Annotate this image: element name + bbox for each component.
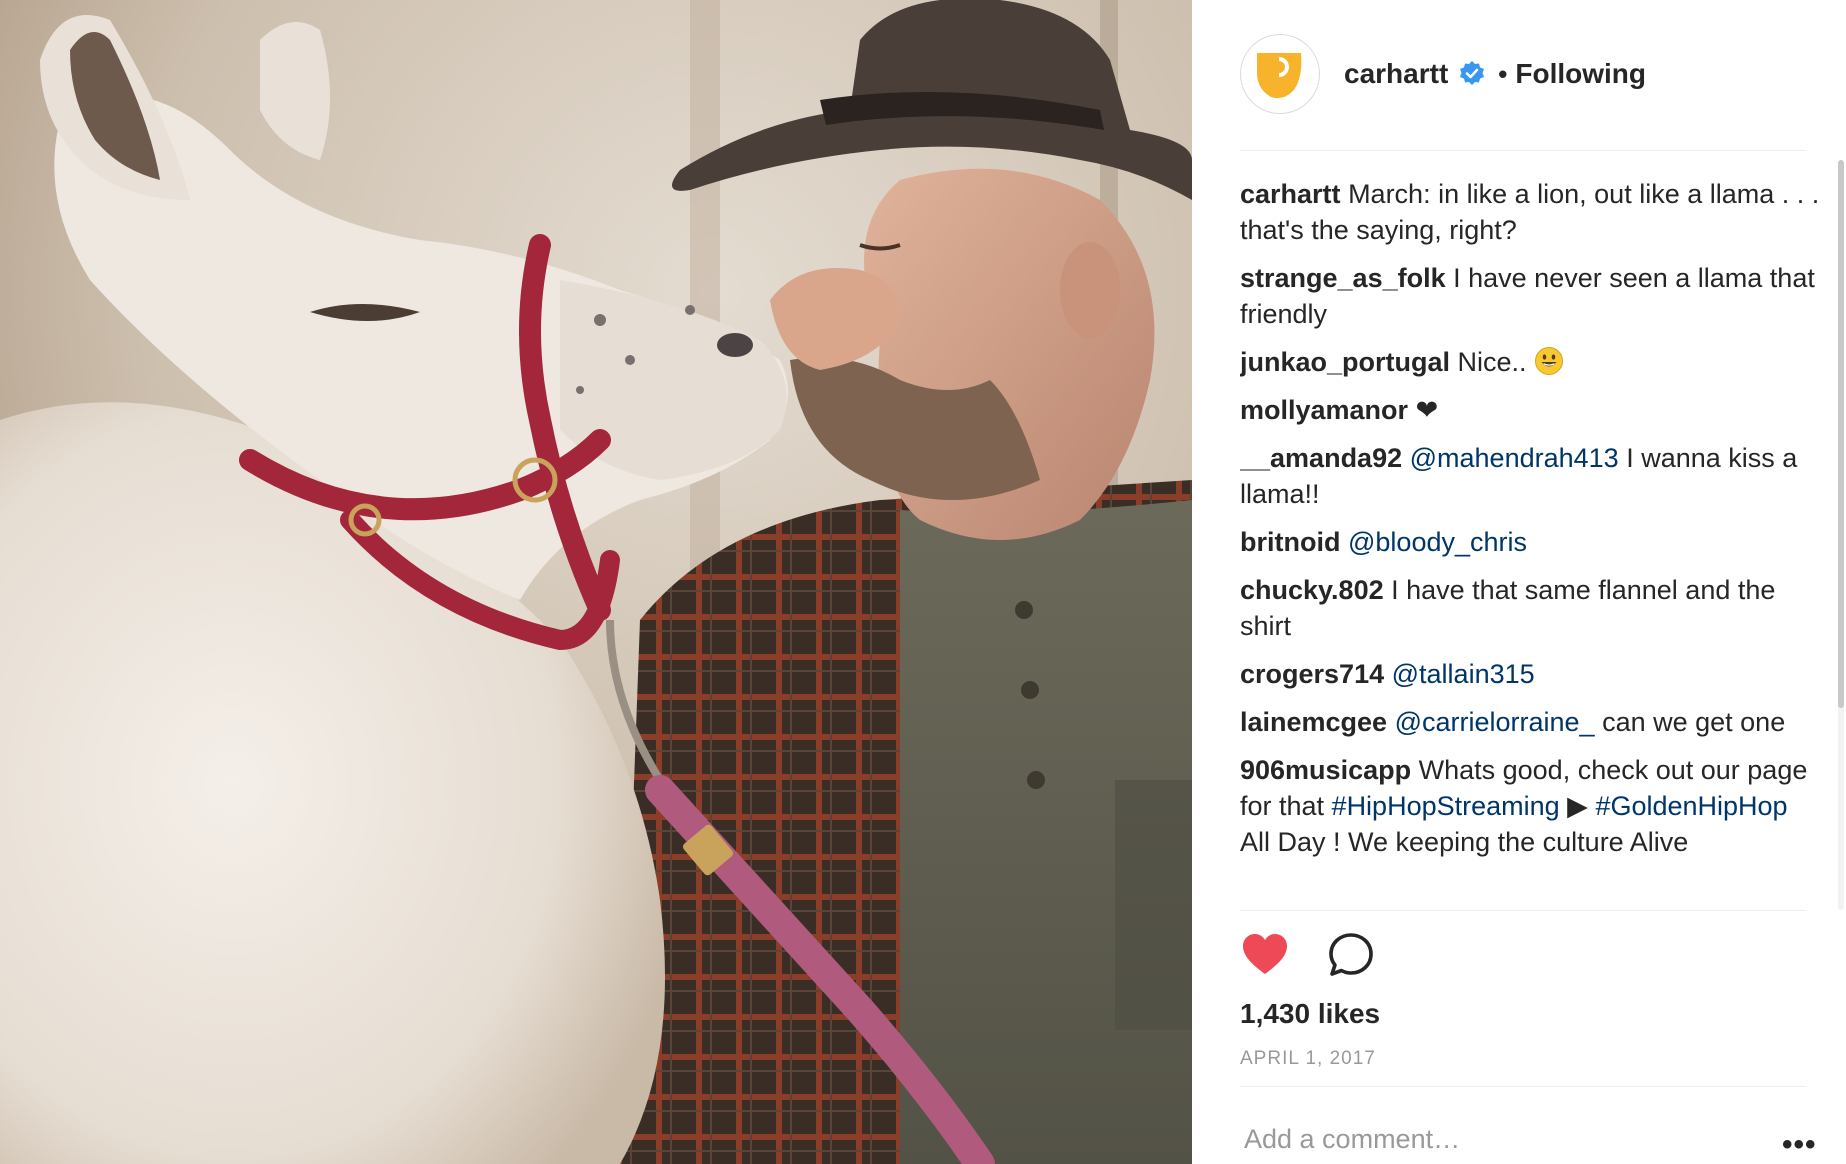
comment-mention-link[interactable]: @bloody_chris xyxy=(1348,527,1527,557)
comment-mention-link[interactable]: #HipHopStreaming xyxy=(1332,791,1560,821)
add-comment-input[interactable] xyxy=(1244,1124,1664,1155)
comment-text: ▶ xyxy=(1559,791,1596,821)
following-button[interactable]: Following xyxy=(1515,58,1646,90)
comment-username[interactable]: __amanda92 xyxy=(1240,443,1402,473)
comment-username[interactable]: britnoid xyxy=(1240,527,1340,557)
comment-item: junkao_portugal Nice.. xyxy=(1240,344,1822,380)
comment-username[interactable]: strange_as_folk xyxy=(1240,263,1446,293)
comment-mention-link[interactable]: #GoldenHipHop xyxy=(1595,791,1787,821)
avatar[interactable] xyxy=(1240,34,1320,114)
comment-item: 906musicapp Whats good, check out our pa… xyxy=(1240,752,1822,860)
comment-item: strange_as_folk I have never seen a llam… xyxy=(1240,260,1822,332)
comment-item: britnoid @bloody_chris xyxy=(1240,524,1822,560)
verified-badge-icon xyxy=(1460,61,1485,85)
actions-divider xyxy=(1240,1086,1806,1087)
comment-item: __amanda92 @mahendrah413 I wanna kiss a … xyxy=(1240,440,1822,512)
comment-text: Nice.. xyxy=(1457,347,1535,377)
comment-mention-link[interactable]: @mahendrah413 xyxy=(1410,443,1619,473)
carhartt-logo-icon xyxy=(1249,43,1311,105)
comment-username[interactable]: crogers714 xyxy=(1240,659,1384,689)
comment-text: can we get one xyxy=(1594,707,1786,737)
more-options-button[interactable]: ••• xyxy=(1782,1128,1817,1162)
post-date[interactable]: APRIL 1, 2017 xyxy=(1240,1048,1376,1070)
post-photo[interactable] xyxy=(0,0,1192,1164)
speech-bubble-icon[interactable] xyxy=(1326,930,1376,980)
comment-mention-link[interactable]: @carrielorraine_ xyxy=(1395,707,1595,737)
comment-item: carhartt March: in like a lion, out like… xyxy=(1240,176,1822,248)
comment-item: chucky.802 I have that same flannel and … xyxy=(1240,572,1822,644)
comment-username[interactable]: mollyamanor xyxy=(1240,395,1408,425)
post-side-panel: carhartt • Following carhartt March: in … xyxy=(1192,0,1846,1164)
comment-username[interactable]: 906musicapp xyxy=(1240,755,1411,785)
comment-item: crogers714 @tallain315 xyxy=(1240,656,1822,692)
comment-item: lainemcgee @carrielorraine_ can we get o… xyxy=(1240,704,1822,740)
post-header: carhartt • Following xyxy=(1240,34,1646,114)
llama-kiss-photo xyxy=(0,0,1192,1164)
heart-filled-icon[interactable] xyxy=(1240,930,1290,980)
post-actions xyxy=(1240,930,1376,980)
comment-item: mollyamanor ❤ xyxy=(1240,392,1822,428)
comments-list[interactable]: carhartt March: in like a lion, out like… xyxy=(1240,176,1822,910)
comment-username[interactable]: junkao_portugal xyxy=(1240,347,1450,377)
comment-username[interactable]: lainemcgee xyxy=(1240,707,1387,737)
comments-scrollbar-thumb[interactable] xyxy=(1838,160,1844,708)
likes-count[interactable]: 1,430 likes xyxy=(1240,998,1380,1030)
comments-scrollbar[interactable] xyxy=(1838,160,1844,910)
comment-username[interactable]: chucky.802 xyxy=(1240,575,1384,605)
comments-divider xyxy=(1240,910,1806,911)
comment-username[interactable]: carhartt xyxy=(1240,179,1341,209)
post-author-username[interactable]: carhartt xyxy=(1344,58,1448,90)
comment-text: All Day ! We keeping the culture Alive xyxy=(1240,827,1689,857)
black-heart-emoji: ❤ xyxy=(1415,395,1439,425)
header-separator: • xyxy=(1498,58,1508,89)
comment-mention-link[interactable]: @tallain315 xyxy=(1392,659,1535,689)
smiley-emoji-icon xyxy=(1535,347,1564,375)
header-divider xyxy=(1240,150,1806,151)
